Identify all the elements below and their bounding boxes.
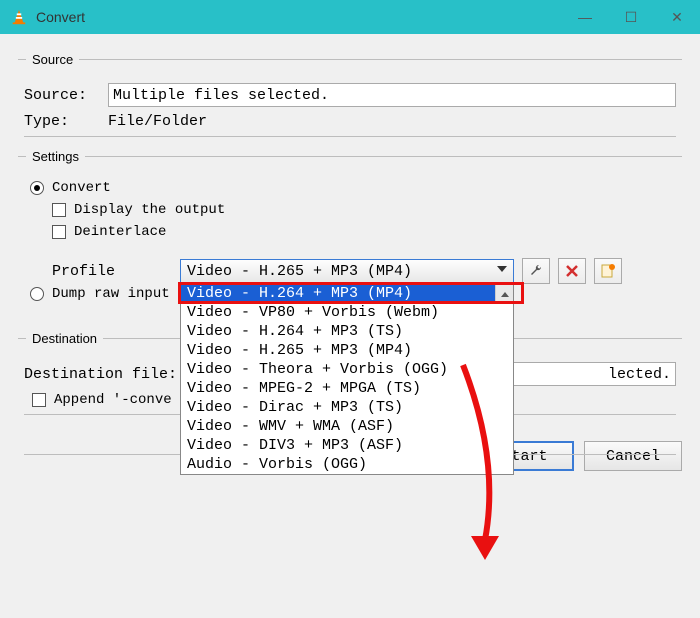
destination-file-label: Destination file: [24,366,177,383]
new-profile-icon [600,263,616,279]
display-output-label: Display the output [74,202,225,218]
profile-option[interactable]: Video - H.265 + MP3 (MP4) [181,341,513,360]
maximize-button[interactable]: ☐ [608,0,654,34]
radio-icon [30,287,44,301]
radio-icon [30,181,44,195]
chevron-down-icon [497,266,507,272]
checkbox-icon [52,203,66,217]
settings-legend: Settings [26,149,85,164]
type-value: File/Folder [108,113,207,130]
profile-option[interactable]: Video - H.264 + MP3 (MP4) [181,284,513,303]
checkbox-icon [32,393,46,407]
delete-profile-button[interactable] [558,258,586,284]
convert-radio[interactable]: Convert [30,180,676,196]
new-profile-button[interactable] [594,258,622,284]
profile-option[interactable]: Video - H.264 + MP3 (TS) [181,322,513,341]
profile-option[interactable]: Video - MPEG-2 + MPGA (TS) [181,379,513,398]
profile-option[interactable]: Video - Dirac + MP3 (TS) [181,398,513,417]
profile-selected-value: Video - H.265 + MP3 (MP4) [187,263,412,280]
close-button[interactable]: ✕ [654,0,700,34]
scroll-up-button[interactable] [495,284,513,304]
profile-label: Profile [52,263,172,280]
profile-option[interactable]: Video - WMV + WMA (ASF) [181,417,513,436]
vlc-cone-icon [10,8,28,26]
display-output-checkbox[interactable]: Display the output [52,202,676,218]
source-label: Source: [24,87,98,104]
profile-option[interactable]: Video - VP80 + Vorbis (Webm) [181,303,513,322]
window-controls: — ☐ ✕ [562,0,700,34]
profile-combobox[interactable]: Video - H.265 + MP3 (MP4) Video - H.264 … [180,259,514,283]
checkbox-icon [52,225,66,239]
dump-raw-label: Dump raw input [52,286,170,302]
profile-option[interactable]: Audio - Vorbis (OGG) [181,455,513,474]
titlebar: Convert — ☐ ✕ [0,0,700,34]
convert-radio-label: Convert [52,180,111,196]
profile-dropdown[interactable]: Video - H.264 + MP3 (MP4) Video - VP80 +… [180,283,514,475]
source-input[interactable] [108,83,676,107]
source-legend: Source [26,52,79,67]
delete-icon [564,263,580,279]
profile-option[interactable]: Video - DIV3 + MP3 (ASF) [181,436,513,455]
destination-legend: Destination [26,331,103,346]
type-label: Type: [24,113,98,130]
minimize-button[interactable]: — [562,0,608,34]
source-group: Source Source: Type: File/Folder [18,52,682,143]
dialog-content: Source Source: Type: File/Folder Setting… [0,34,700,435]
deinterlace-checkbox[interactable]: Deinterlace [52,224,676,240]
edit-profile-button[interactable] [522,258,550,284]
deinterlace-label: Deinterlace [74,224,166,240]
wrench-icon [528,263,544,279]
append-convert-label: Append '-conve [54,392,172,408]
window-title: Convert [36,9,85,25]
profile-option[interactable]: Video - Theora + Vorbis (OGG) [181,360,513,379]
